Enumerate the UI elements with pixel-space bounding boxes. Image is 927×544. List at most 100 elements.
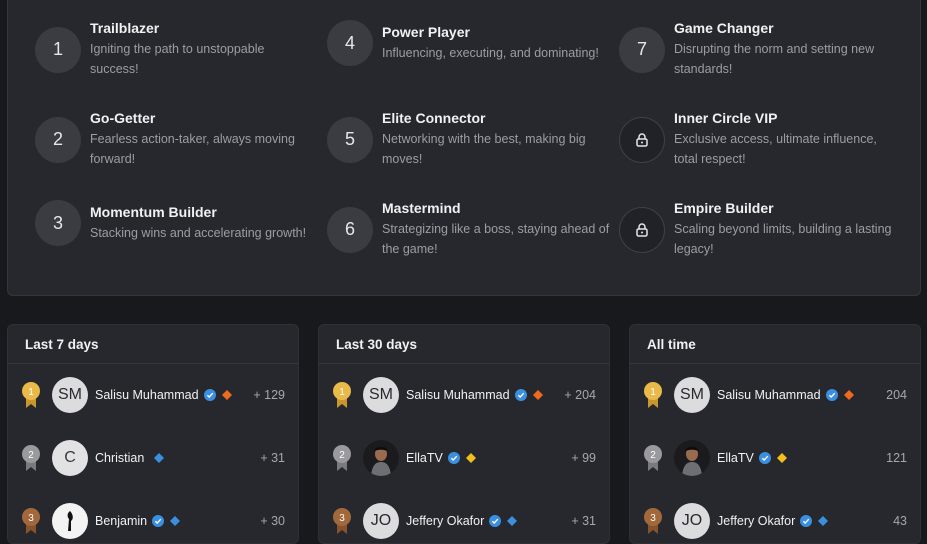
level-title: Game Changer bbox=[674, 20, 774, 36]
blue-diamond-icon bbox=[170, 516, 181, 526]
verified-badge-icon bbox=[758, 452, 771, 464]
user-name[interactable]: Salisu Muhammad bbox=[717, 388, 821, 402]
orange-diamond-icon bbox=[843, 390, 854, 400]
blue-diamond-icon bbox=[818, 516, 829, 526]
svg-text:3: 3 bbox=[650, 513, 656, 524]
points: 121 bbox=[886, 451, 907, 465]
bronze-medal-icon: 3 bbox=[333, 508, 351, 534]
level-badge: 7 bbox=[619, 26, 665, 73]
avatar[interactable]: JO bbox=[674, 503, 710, 539]
level-7: 7 Game Changer Disrupting the norm and s… bbox=[619, 20, 899, 79]
leaderboard-row[interactable]: 2 EllaTV + 99 bbox=[319, 438, 609, 478]
avatar[interactable]: C bbox=[52, 440, 88, 476]
verified-badge-icon bbox=[514, 389, 527, 401]
lock-icon bbox=[619, 206, 665, 253]
leaderboard-title: Last 7 days bbox=[8, 325, 298, 364]
avatar[interactable] bbox=[52, 503, 88, 539]
leaderboard-row[interactable]: 2 C Christian + 31 bbox=[8, 438, 298, 478]
lock-icon bbox=[619, 116, 665, 163]
avatar[interactable]: JO bbox=[363, 503, 399, 539]
gold-medal-icon: 1 bbox=[333, 382, 351, 408]
points: 204 bbox=[886, 388, 907, 402]
levels-panel: 1 Trailblazer Igniting the path to unsto… bbox=[7, 0, 921, 296]
avatar[interactable]: SM bbox=[52, 377, 88, 413]
level-description: Disrupting the norm and setting new stan… bbox=[674, 42, 875, 76]
level-description: Strategizing like a boss, staying ahead … bbox=[382, 222, 610, 256]
level-badge: 6 bbox=[327, 206, 373, 253]
level-1: 1 Trailblazer Igniting the path to unsto… bbox=[35, 20, 315, 79]
gold-medal-icon: 1 bbox=[644, 382, 662, 408]
points: + 31 bbox=[260, 451, 285, 465]
silver-medal-icon: 2 bbox=[333, 445, 351, 471]
level-description: Stacking wins and accelerating growth! bbox=[90, 225, 307, 240]
bronze-medal-icon: 3 bbox=[22, 508, 40, 534]
verified-badge-icon bbox=[203, 389, 216, 401]
level-empire-builder: Empire Builder Scaling beyond limits, bu… bbox=[619, 200, 899, 259]
level-4: 4 Power Player Influencing, executing, a… bbox=[327, 20, 607, 66]
bronze-medal-icon: 3 bbox=[644, 508, 662, 534]
user-name[interactable]: EllaTV bbox=[717, 451, 754, 465]
leaderboard-last-30-days: Last 30 days 1 SM Salisu Muhammad + 204 … bbox=[318, 324, 610, 544]
blue-diamond-icon bbox=[154, 453, 165, 463]
level-badge: 1 bbox=[35, 26, 81, 73]
level-title: Go-Getter bbox=[90, 110, 156, 126]
svg-text:1: 1 bbox=[650, 387, 656, 398]
avatar[interactable]: SM bbox=[363, 377, 399, 413]
verified-badge-icon bbox=[489, 515, 502, 527]
level-title: Elite Connector bbox=[382, 110, 486, 126]
level-3: 3 Momentum Builder Stacking wins and acc… bbox=[35, 200, 315, 246]
leaderboard-row[interactable]: 1 SM Salisu Muhammad + 129 bbox=[8, 375, 298, 415]
leaderboard-row[interactable]: 3 JO Jeffery Okafor + 31 bbox=[319, 501, 609, 541]
verified-badge-icon bbox=[825, 389, 838, 401]
level-badge: 4 bbox=[327, 20, 373, 66]
points: + 31 bbox=[571, 514, 596, 528]
avatar[interactable]: SM bbox=[674, 377, 710, 413]
svg-text:2: 2 bbox=[339, 450, 345, 461]
verified-badge-icon bbox=[800, 515, 813, 527]
user-name[interactable]: Jeffery Okafor bbox=[717, 514, 795, 528]
svg-text:2: 2 bbox=[28, 450, 34, 461]
svg-text:3: 3 bbox=[339, 513, 345, 524]
avatar[interactable] bbox=[363, 440, 399, 476]
level-5: 5 Elite Connector Networking with the be… bbox=[327, 110, 607, 169]
level-badge: 3 bbox=[35, 200, 81, 246]
leaderboard-title: All time bbox=[630, 325, 920, 364]
level-badge: 2 bbox=[35, 116, 81, 163]
user-name[interactable]: Salisu Muhammad bbox=[95, 388, 199, 402]
level-6: 6 Mastermind Strategizing like a boss, s… bbox=[327, 200, 609, 259]
user-name[interactable]: Christian bbox=[95, 451, 144, 465]
level-inner-circle-vip: Inner Circle VIP Exclusive access, ultim… bbox=[619, 110, 899, 169]
verified-badge-icon bbox=[447, 452, 460, 464]
level-title: Inner Circle VIP bbox=[674, 110, 778, 126]
level-description: Fearless action-taker, always moving for… bbox=[90, 132, 295, 166]
user-name[interactable]: Benjamin bbox=[95, 514, 147, 528]
orange-diamond-icon bbox=[221, 390, 232, 400]
user-name[interactable]: EllaTV bbox=[406, 451, 443, 465]
silver-medal-icon: 2 bbox=[644, 445, 662, 471]
svg-text:2: 2 bbox=[650, 450, 656, 461]
points: + 129 bbox=[253, 388, 285, 402]
avatar[interactable] bbox=[674, 440, 710, 476]
level-title: Mastermind bbox=[382, 200, 461, 216]
gold-diamond-icon bbox=[776, 453, 787, 463]
points: 43 bbox=[893, 514, 907, 528]
points: + 204 bbox=[564, 388, 596, 402]
leaderboard-row[interactable]: 3 Benjamin + 30 bbox=[8, 501, 298, 541]
leaderboard-row[interactable]: 1 SM Salisu Muhammad + 204 bbox=[319, 375, 609, 415]
silver-medal-icon: 2 bbox=[22, 445, 40, 471]
leaderboard-row[interactable]: 2 EllaTV 121 bbox=[630, 438, 920, 478]
user-name[interactable]: Salisu Muhammad bbox=[406, 388, 510, 402]
leaderboard-row[interactable]: 1 SM Salisu Muhammad 204 bbox=[630, 375, 920, 415]
orange-diamond-icon bbox=[532, 390, 543, 400]
level-description: Igniting the path to unstoppable success… bbox=[90, 42, 265, 76]
verified-badge-icon bbox=[152, 515, 165, 527]
points: + 99 bbox=[571, 451, 596, 465]
level-description: Exclusive access, ultimate influence, to… bbox=[674, 132, 877, 166]
leaderboard-row[interactable]: 3 JO Jeffery Okafor 43 bbox=[630, 501, 920, 541]
user-name[interactable]: Jeffery Okafor bbox=[406, 514, 484, 528]
svg-text:1: 1 bbox=[339, 387, 345, 398]
gold-medal-icon: 1 bbox=[22, 382, 40, 408]
leaderboard-title: Last 30 days bbox=[319, 325, 609, 364]
level-description: Networking with the best, making big mov… bbox=[382, 132, 586, 166]
blue-diamond-icon bbox=[507, 516, 518, 526]
